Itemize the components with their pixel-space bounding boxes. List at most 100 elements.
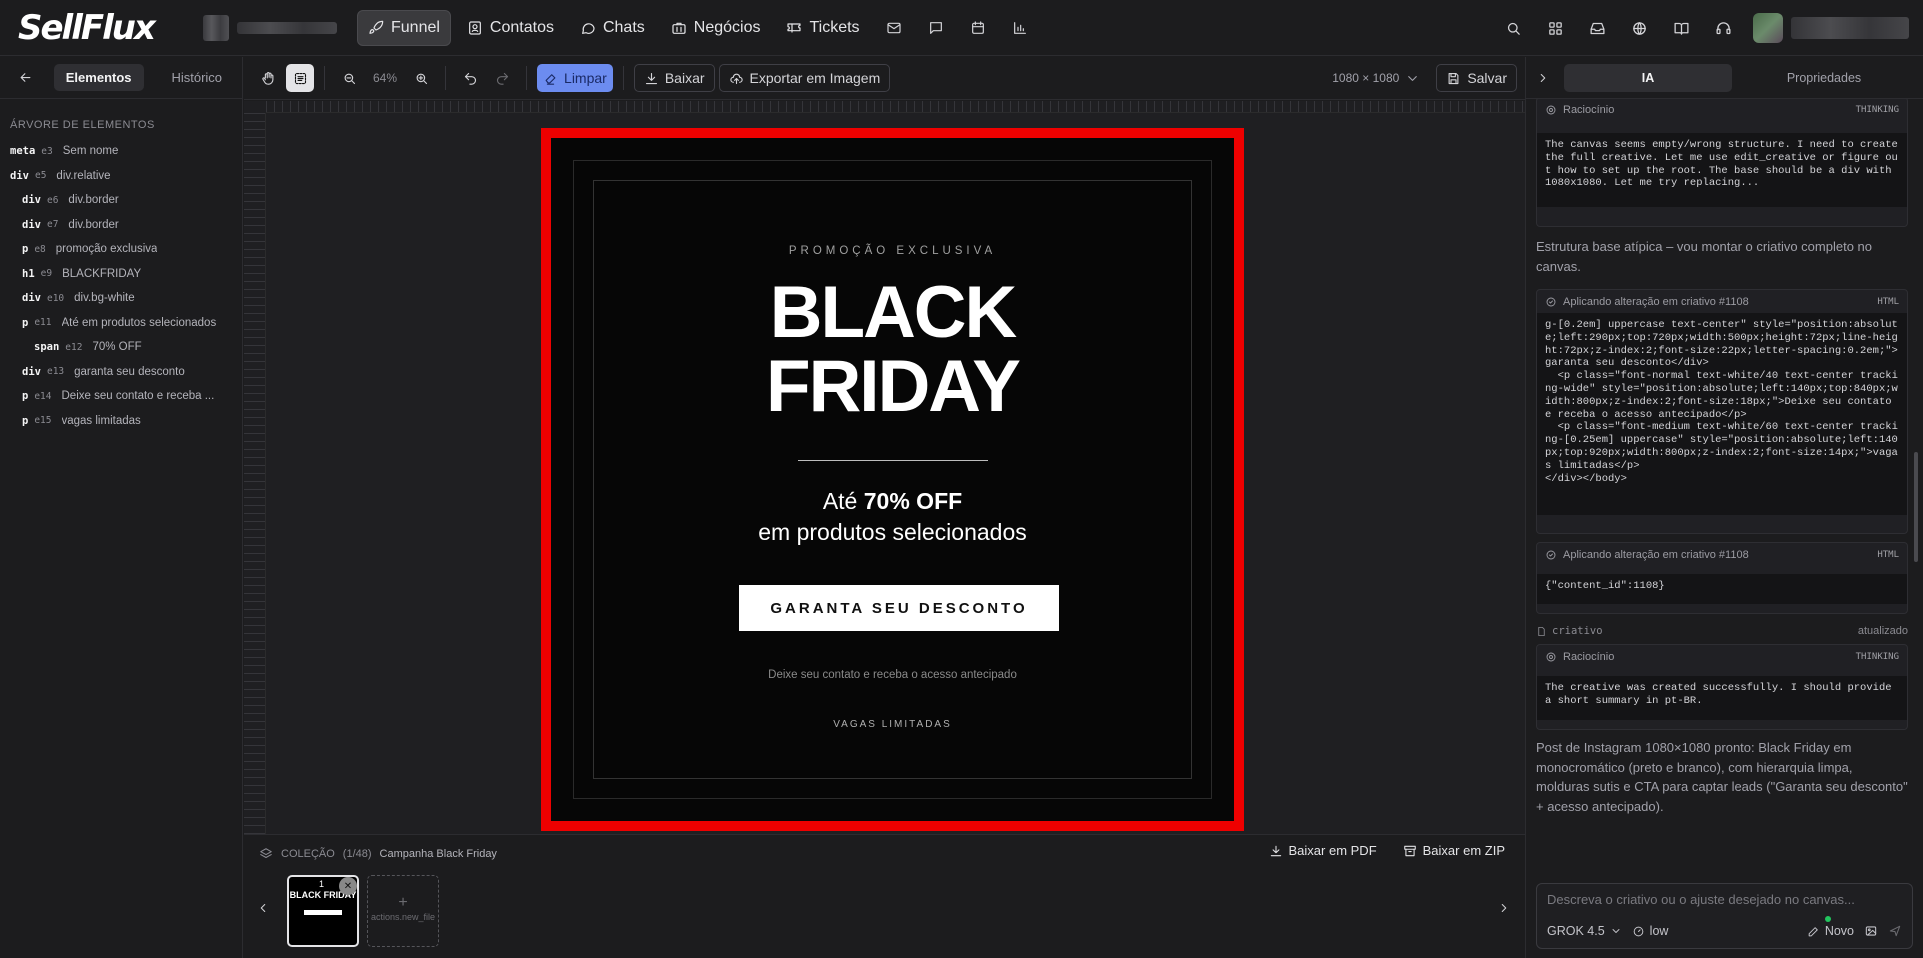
status-dot (1824, 916, 1831, 922)
user-name-blurred[interactable] (1791, 17, 1909, 39)
redo-button[interactable] (488, 64, 516, 92)
creative-headline[interactable]: BLACK FRIDAY (551, 276, 1234, 424)
collection-next-button[interactable] (1497, 901, 1511, 915)
baixar-pdf-button[interactable]: Baixar em PDF (1269, 843, 1377, 858)
zoom-in-button[interactable] (407, 64, 435, 92)
tab-propriedades[interactable]: Propriedades (1740, 64, 1908, 92)
nav-calendar[interactable] (960, 10, 996, 46)
ai-chat-log[interactable]: Raciocínio THINKING The canvas seems emp… (1536, 99, 1908, 843)
baixar-button[interactable]: Baixar (633, 64, 715, 92)
select-tool-button[interactable] (286, 64, 314, 92)
tree-item-tag: div (22, 365, 41, 378)
tree-item[interactable]: span e12 70% OFF (0, 335, 242, 360)
tree-item[interactable]: div e10 div.bg-white (0, 286, 242, 311)
mail-icon (886, 22, 901, 33)
apps-button[interactable] (1535, 8, 1575, 48)
nav-funnel[interactable]: Funnel (357, 9, 451, 46)
workspace-avatar-blurred[interactable] (203, 14, 229, 41)
tab-ia[interactable]: IA (1564, 63, 1732, 92)
workspace-name-blurred[interactable] (237, 21, 337, 34)
tab-elementos[interactable]: Elementos (53, 64, 144, 91)
ai-panel: IA Propriedades Raciocínio THINKING The … (1525, 57, 1923, 958)
apply-change-card-2[interactable]: Aplicando alteração em criativo #1108 HT… (1536, 542, 1908, 614)
prompt-input[interactable] (1547, 892, 1897, 912)
nav-tickets[interactable]: Tickets (776, 10, 869, 46)
chevron-left-icon (260, 903, 266, 913)
tree-item[interactable]: h1 e9 BLACKFRIDAY (0, 262, 242, 287)
creative-inner-border[interactable] (593, 180, 1192, 779)
tree-item[interactable]: div e6 div.border (0, 188, 242, 213)
tree-item-id: e13 (46, 366, 65, 378)
novo-button[interactable]: Novo (1807, 916, 1854, 938)
tree-item-id: e6 (46, 194, 59, 206)
apply-change-2-title-wrap: Aplicando alteração em criativo #1108 (1545, 549, 1749, 561)
new-file-label: actions.new_file (370, 912, 436, 922)
tree-item[interactable]: p e15 vagas limitadas (0, 409, 242, 434)
tree-item[interactable]: div e7 div.border (0, 213, 242, 238)
creative-cta-button[interactable]: GARANTA SEU DESCONTO (739, 585, 1059, 631)
tree-item-id: e5 (34, 170, 47, 182)
support-button[interactable] (1703, 8, 1743, 48)
undo-button[interactable] (456, 64, 484, 92)
search-button[interactable] (1493, 8, 1533, 48)
sellflux-logo[interactable]: SellFlux (18, 8, 168, 48)
tree-item[interactable]: p e14 Deixe seu contato e receba ... (0, 384, 242, 409)
undo-icon (464, 72, 476, 85)
nav-mail[interactable] (876, 10, 912, 46)
baixar-zip-button[interactable]: Baixar em ZIP (1403, 843, 1505, 858)
layers-icon (260, 848, 272, 859)
nav-negocios[interactable]: Negócios (661, 10, 771, 46)
creative-divider[interactable] (798, 460, 988, 461)
back-button[interactable] (16, 67, 36, 89)
remove-thumbnail-button[interactable]: ✕ (339, 877, 357, 895)
apply-change-2-tag: HTML (1877, 549, 1899, 560)
exportar-imagem-button[interactable]: Exportar em Imagem (718, 64, 891, 92)
new-file-button[interactable]: + actions.new_file (367, 875, 439, 947)
chat-scrollbar[interactable] (1914, 452, 1918, 562)
tree-item-id: e9 (40, 268, 53, 280)
creative-artboard-selected[interactable]: PROMOÇÃO EXCLUSIVA BLACK FRIDAY Até 70% … (541, 128, 1244, 831)
send-button[interactable] (1888, 924, 1902, 938)
nav-chats[interactable]: Chats (570, 10, 655, 46)
tree-item[interactable]: meta e3 Sem nome (0, 139, 242, 164)
design-canvas[interactable]: PROMOÇÃO EXCLUSIVA BLACK FRIDAY Até 70% … (244, 101, 1525, 834)
nav-contatos[interactable]: Contatos (457, 10, 564, 46)
zoom-out-button[interactable] (335, 64, 363, 92)
nav-messages[interactable] (918, 10, 954, 46)
limpar-button[interactable]: Limpar (537, 64, 613, 92)
tab-historico[interactable]: Histórico (152, 64, 242, 91)
tree-item-id: e14 (34, 390, 52, 402)
creative-selecionados[interactable]: em produtos selecionados (551, 519, 1234, 546)
globe-button[interactable] (1619, 8, 1659, 48)
hand-tool-button[interactable] (254, 64, 282, 92)
collapse-panel-button[interactable] (1536, 71, 1556, 85)
reasoning-card[interactable]: Raciocínio THINKING The canvas seems emp… (1536, 99, 1908, 227)
headset-icon (1715, 21, 1731, 34)
book-icon (1673, 22, 1689, 35)
tree-item-id: e10 (46, 292, 65, 304)
apply-change-code: g-[0.2em] uppercase text-center" style="… (1537, 313, 1907, 515)
salvar-button[interactable]: Salvar (1436, 64, 1517, 92)
collection-prev-button[interactable] (256, 901, 270, 915)
nav-reports[interactable] (1002, 10, 1038, 46)
tree-item[interactable]: p e11 Até em produtos selecionados (0, 311, 242, 336)
tree-item[interactable]: p e8 promoção exclusiva (0, 237, 242, 262)
user-avatar-blurred[interactable] (1753, 13, 1783, 43)
tree-item-id: e3 (41, 145, 53, 157)
nav-chats-label: Chats (602, 18, 645, 36)
creative-lead-text[interactable]: Deixe seu contato e receba o acesso ante… (551, 669, 1234, 681)
creative-vagas-text[interactable]: VAGAS LIMITADAS (551, 719, 1234, 730)
creative-offer-line[interactable]: Até 70% OFF (551, 488, 1234, 515)
tree-item-label: vagas limitadas (61, 414, 141, 427)
effort-select[interactable]: low (1632, 924, 1668, 938)
canvas-size-select[interactable]: 1080 × 1080 (1326, 64, 1426, 92)
apply-change-card[interactable]: Aplicando alteração em criativo #1108 HT… (1536, 289, 1908, 534)
tree-item[interactable]: div e13 garanta seu desconto (0, 360, 242, 385)
inbox-button[interactable] (1577, 8, 1617, 48)
creative-promo-text[interactable]: PROMOÇÃO EXCLUSIVA (551, 245, 1234, 257)
attach-image-button[interactable] (1864, 924, 1878, 938)
model-select[interactable]: GROK 4.5 (1547, 924, 1622, 938)
reasoning-card-2[interactable]: Raciocínio THINKING The creative was cre… (1536, 644, 1908, 730)
docs-button[interactable] (1661, 8, 1701, 48)
tree-item[interactable]: div e5 div.relative (0, 164, 242, 189)
